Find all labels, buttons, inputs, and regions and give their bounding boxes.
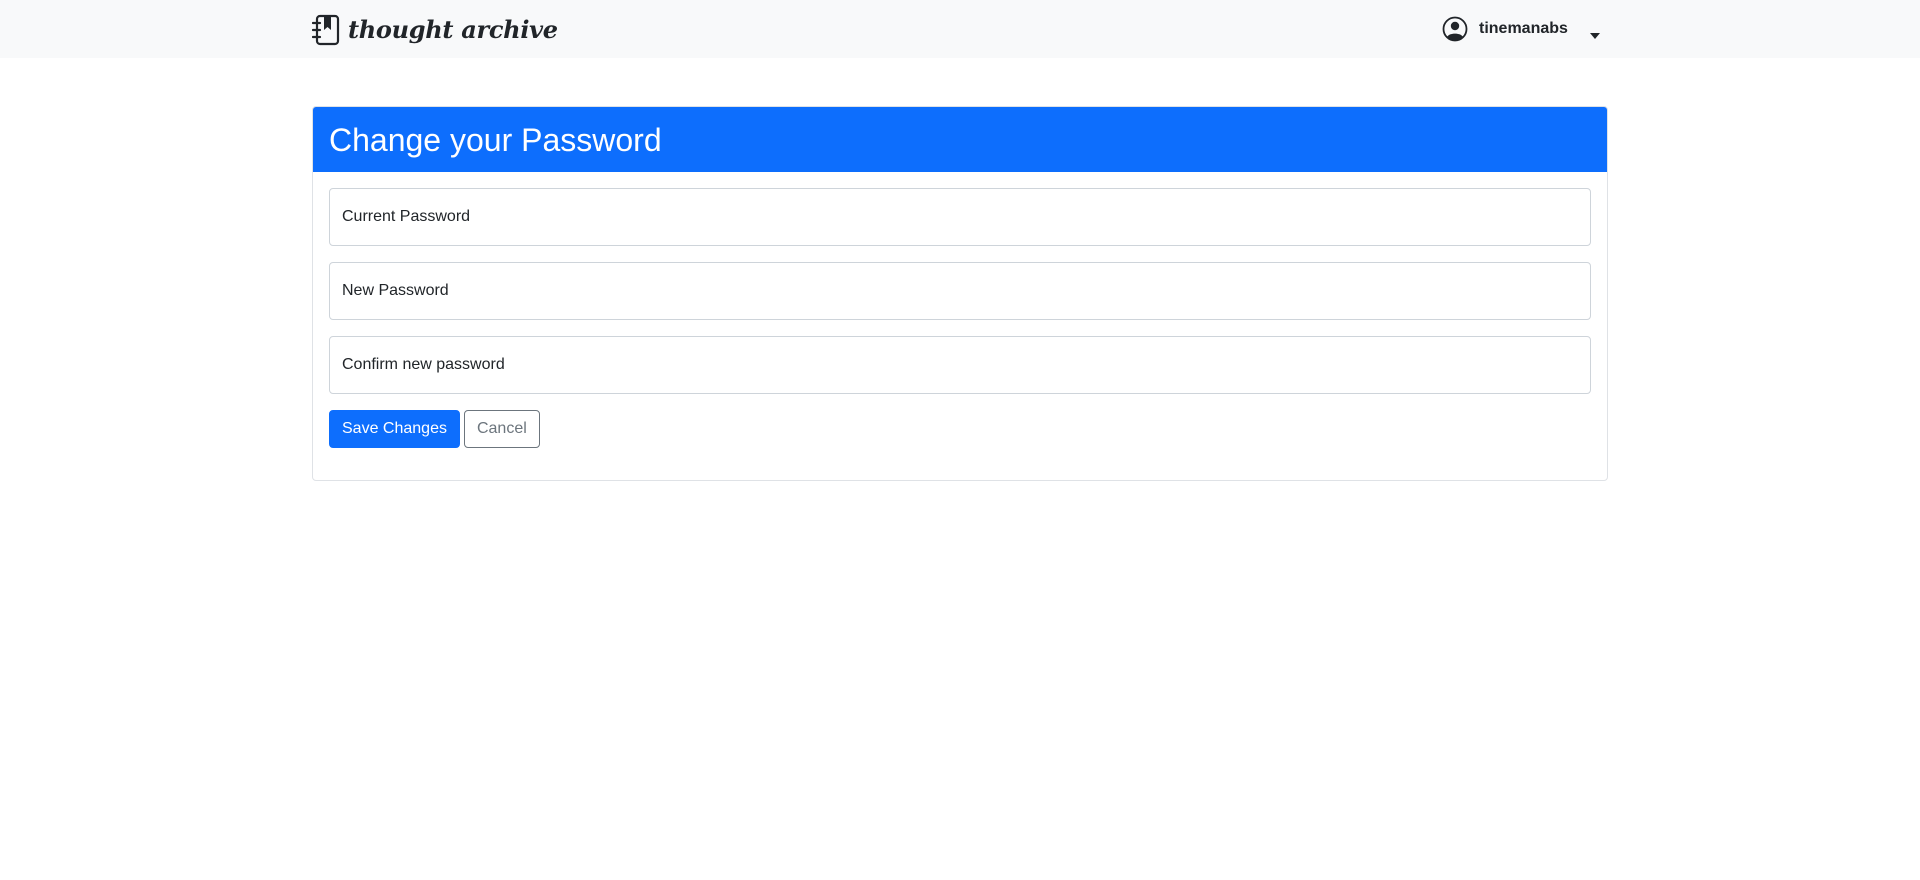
top-navbar: thought archive tinemanabs	[0, 0, 1920, 58]
card-header: Change your Password	[313, 107, 1607, 172]
brand-name: thought archive	[348, 15, 558, 44]
card-body: Save Changes Cancel	[313, 172, 1607, 448]
page-title: Change your Password	[329, 121, 662, 158]
change-password-form: Save Changes Cancel	[329, 188, 1591, 448]
username-label: tinemanabs	[1479, 20, 1568, 37]
new-password-input[interactable]	[329, 262, 1591, 320]
brand-link[interactable]: thought archive	[311, 14, 558, 46]
cancel-button[interactable]: Cancel	[463, 410, 540, 448]
current-password-input[interactable]	[329, 188, 1591, 246]
save-changes-button[interactable]: Save Changes	[329, 410, 460, 448]
change-password-card: Change your Password Save Changes Cancel	[312, 106, 1608, 481]
form-actions: Save Changes Cancel	[329, 410, 1591, 448]
confirm-password-input[interactable]	[329, 336, 1591, 394]
user-dropdown-toggle[interactable]: tinemanabs	[1442, 16, 1600, 42]
caret-down-icon	[1589, 26, 1600, 39]
person-circle-icon	[1442, 16, 1468, 42]
journal-bookmark-icon	[311, 14, 340, 46]
